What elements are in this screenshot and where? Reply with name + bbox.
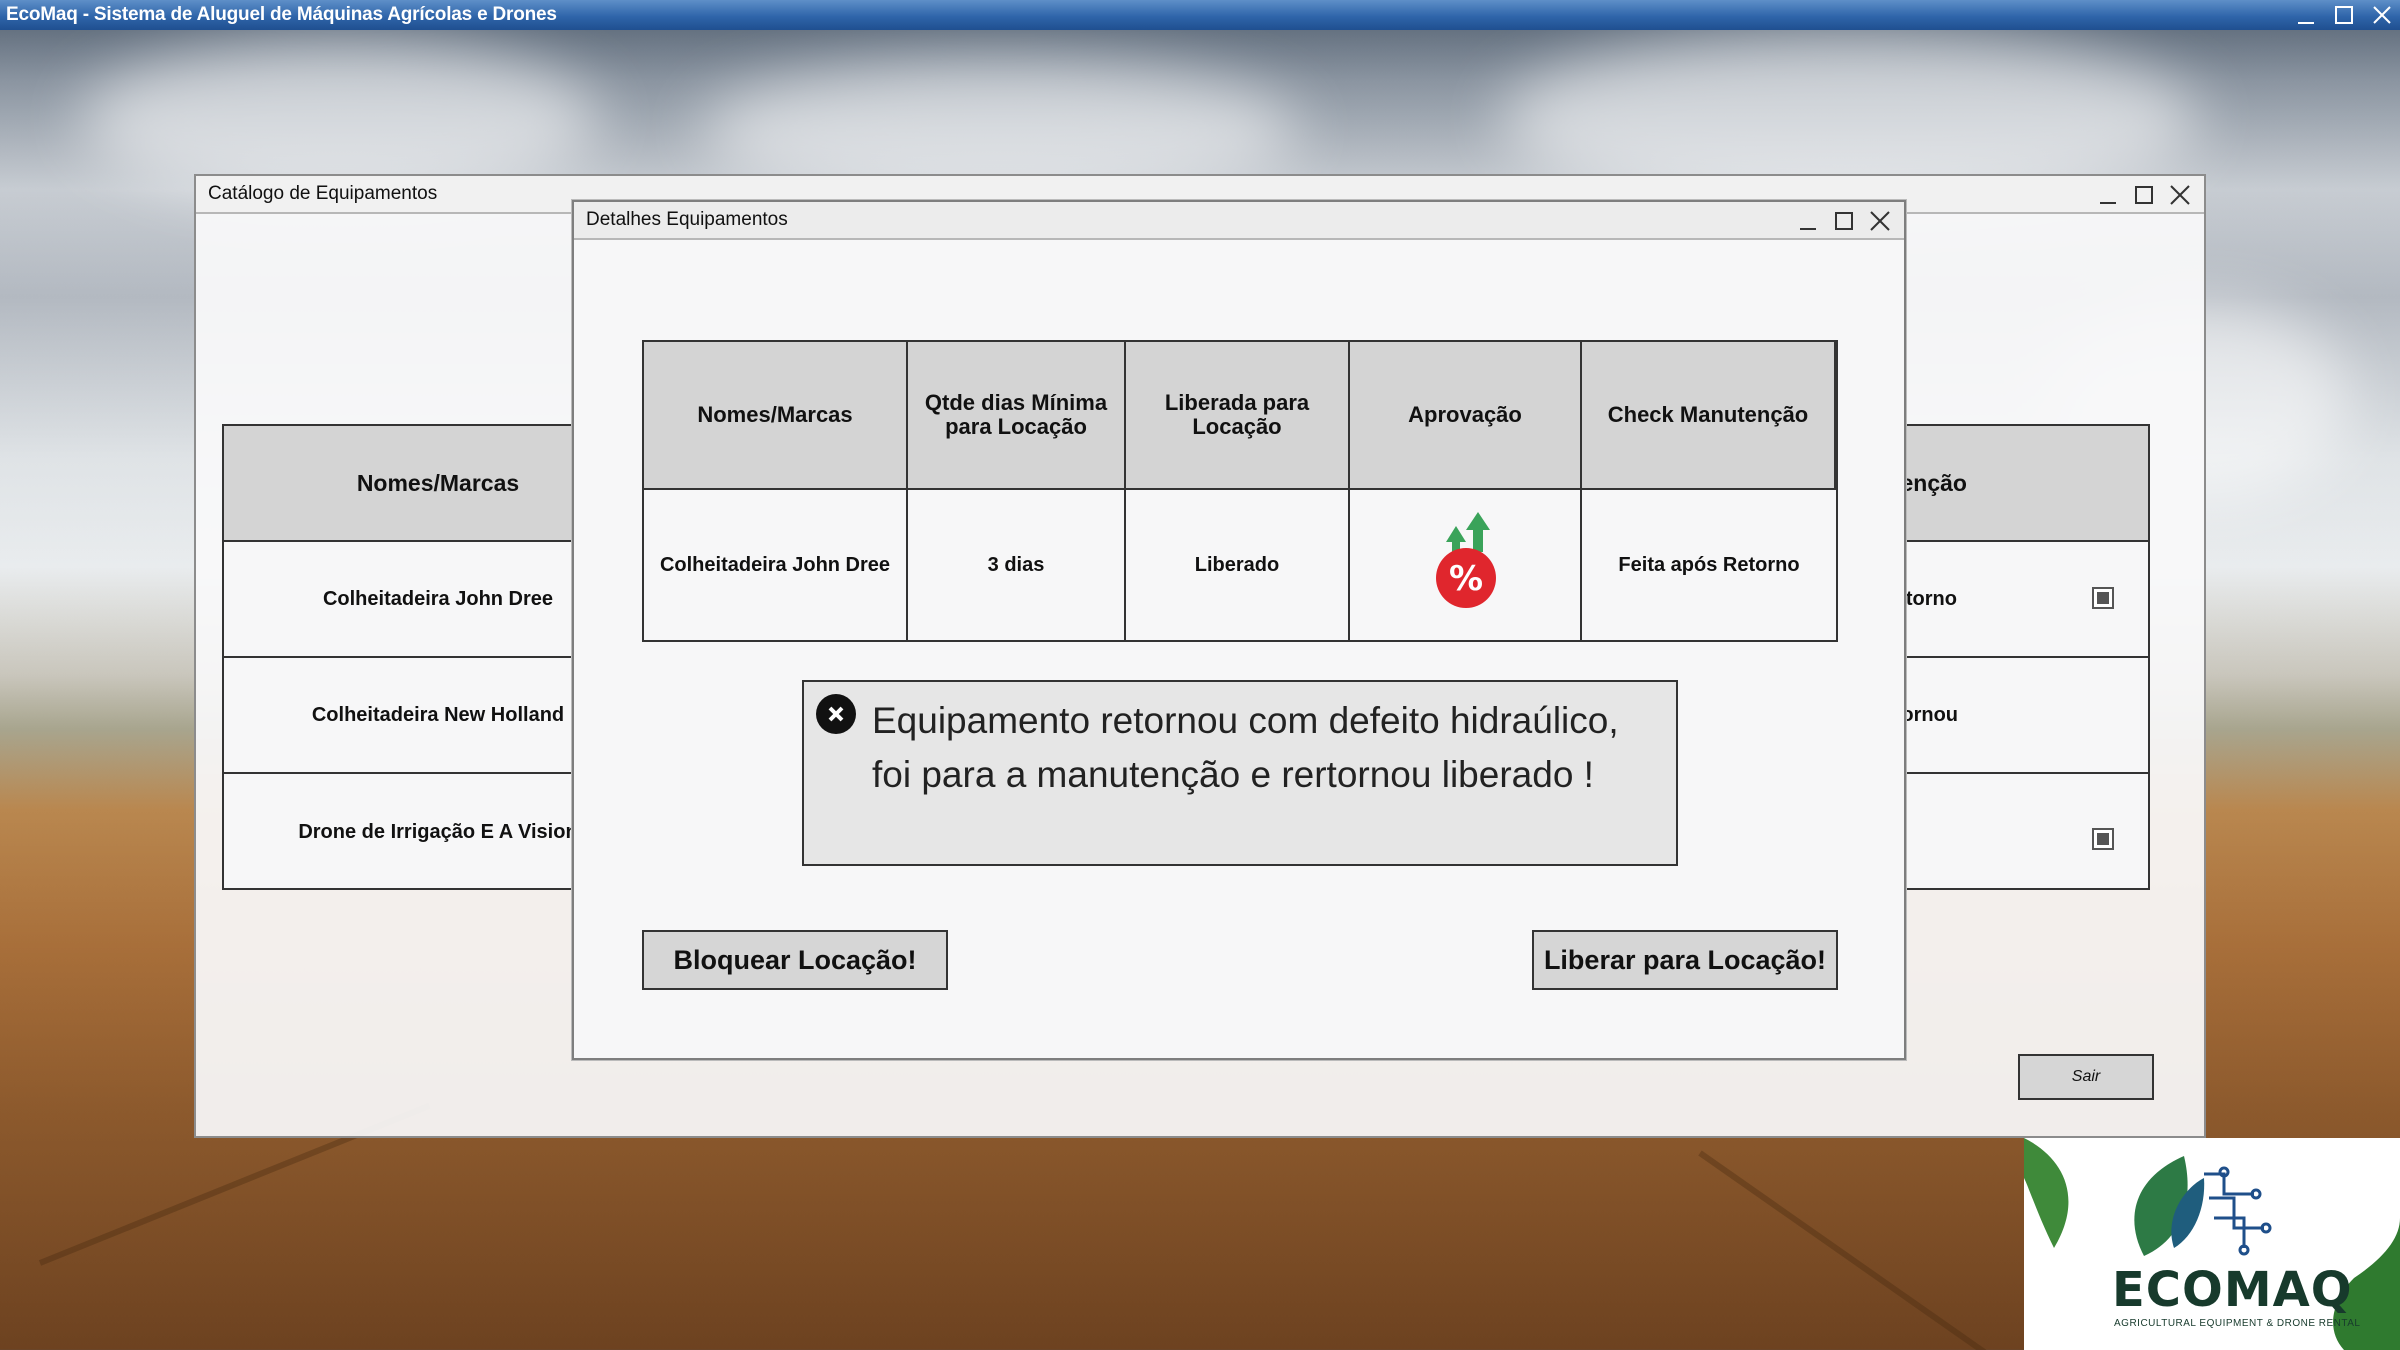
logo-tagline: AGRICULTURAL EQUIPMENT & DRONE RENTAL bbox=[2114, 1318, 2361, 1329]
details-cell-released: Liberado bbox=[1126, 490, 1350, 640]
maintenance-checkbox[interactable] bbox=[2092, 828, 2114, 850]
details-header-name: Nomes/Marcas bbox=[644, 342, 908, 490]
minimize-icon[interactable] bbox=[1796, 209, 1820, 233]
details-header-min-days: Qtde dias Mínima para Locação bbox=[908, 342, 1126, 490]
details-title: Detalhes Equipamentos bbox=[586, 209, 788, 230]
svg-text:%: % bbox=[1449, 559, 1483, 599]
details-header-maintenance: Check Manutenção bbox=[1582, 342, 1836, 490]
minimize-icon[interactable] bbox=[2096, 183, 2120, 207]
percent-up-arrows-icon: % bbox=[1430, 512, 1500, 618]
maximize-icon[interactable] bbox=[2132, 183, 2156, 207]
app-window-controls bbox=[2294, 0, 2394, 30]
ecomaq-logo: ECOMAQ AGRICULTURAL EQUIPMENT & DRONE RE… bbox=[2024, 1138, 2400, 1350]
maximize-icon[interactable] bbox=[2332, 3, 2356, 27]
catalog-window-controls bbox=[2096, 180, 2192, 210]
app-title: EcoMaq - Sistema de Aluguel de Máquinas … bbox=[6, 4, 557, 25]
details-cell-maintenance: Feita após Retorno bbox=[1618, 553, 1800, 576]
logo-wordmark: ECOMAQ bbox=[2112, 1262, 2353, 1318]
catalog-title: Catálogo de Equipamentos bbox=[208, 183, 438, 204]
warning-message-box: Equipamento retornou com defeito hidraúl… bbox=[802, 680, 1678, 866]
minimize-icon[interactable] bbox=[2294, 3, 2318, 27]
block-rental-button[interactable]: Bloquear Locação! bbox=[642, 930, 948, 990]
details-cell-min-days: 3 dias bbox=[908, 490, 1126, 640]
exit-button[interactable]: Sair bbox=[2018, 1054, 2154, 1100]
maximize-icon[interactable] bbox=[1832, 209, 1856, 233]
close-circle-icon bbox=[816, 694, 856, 734]
details-cell-approval: % bbox=[1350, 490, 1582, 640]
app-titlebar: EcoMaq - Sistema de Aluguel de Máquinas … bbox=[0, 0, 2400, 30]
details-window-controls bbox=[1796, 206, 1892, 236]
close-icon[interactable] bbox=[2370, 3, 2394, 27]
release-rental-button[interactable]: Liberar para Locação! bbox=[1532, 930, 1838, 990]
details-window: Detalhes Equipamentos Nomes/Marcas Qtde … bbox=[572, 200, 1906, 1060]
warning-message-text: Equipamento retornou com defeito hidraúl… bbox=[872, 700, 1619, 795]
details-header-approval: Aprovação bbox=[1350, 342, 1582, 490]
close-icon[interactable] bbox=[2168, 183, 2192, 207]
close-icon[interactable] bbox=[1868, 209, 1892, 233]
details-titlebar: Detalhes Equipamentos bbox=[574, 202, 1904, 240]
details-header-released: Liberada para Locação bbox=[1126, 342, 1350, 490]
details-table: Nomes/Marcas Qtde dias Mínima para Locaç… bbox=[642, 340, 1838, 642]
maintenance-checkbox[interactable] bbox=[2092, 587, 2114, 609]
details-cell-name: Colheitadeira John Dree bbox=[644, 490, 908, 640]
